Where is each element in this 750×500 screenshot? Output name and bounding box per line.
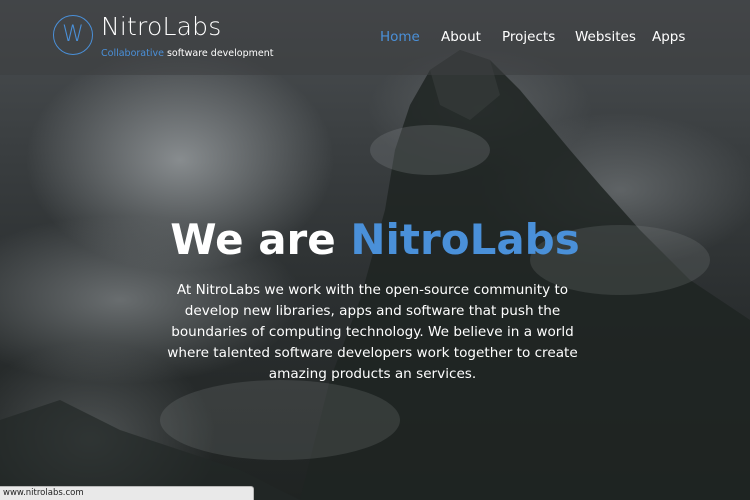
tagline-rest: software development — [166, 48, 274, 59]
headline-highlight: NitroLabs — [350, 215, 580, 264]
hero-headline: We are NitroLabs — [0, 214, 750, 266]
hero-intro-text: At NitroLabs we work with the open-sourc… — [167, 282, 578, 382]
header-bar: W NitroLabs Collaborative software devel… — [0, 0, 750, 75]
nav-item-projects[interactable]: Projects — [502, 29, 555, 45]
main-nav: Home About Projects Websites Apps — [0, 29, 750, 49]
headline-prefix: We are — [170, 215, 336, 264]
nav-item-home[interactable]: Home — [380, 29, 420, 45]
page: W NitroLabs Collaborative software devel… — [0, 0, 750, 500]
nav-item-about[interactable]: About — [441, 29, 481, 45]
tagline-accent: Collaborative — [101, 48, 164, 59]
tagline: Collaborative software development — [101, 48, 273, 59]
nav-item-websites[interactable]: Websites — [575, 29, 636, 45]
nav-item-apps[interactable]: Apps — [652, 29, 685, 45]
status-bar-url: www.nitrolabs.com — [0, 486, 254, 500]
